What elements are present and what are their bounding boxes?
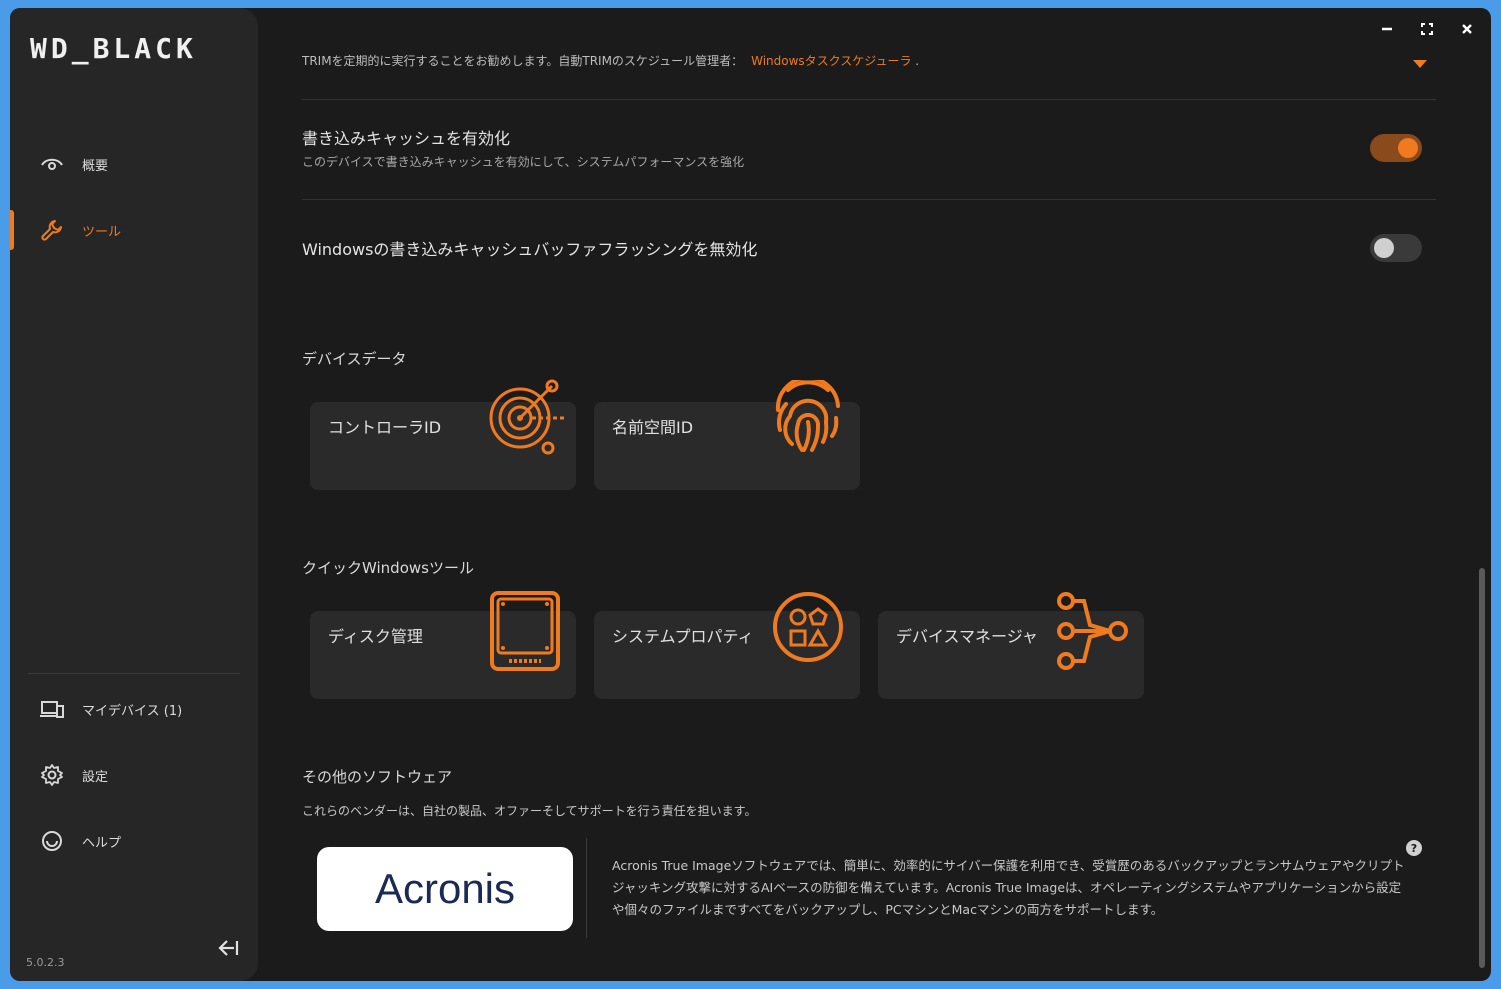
acronis-logo-button[interactable]: Acronis [317, 847, 573, 931]
buffer-flush-title: Windowsの書き込みキャッシュバッファフラッシングを無効化 [302, 240, 758, 259]
sidebar-item-label: 設定 [82, 769, 109, 785]
acronis-logo: Acronis [374, 865, 516, 912]
collapse-arrow-icon [217, 939, 239, 961]
devices-icon [40, 697, 64, 721]
acronis-description: Acronis True Imageソフトウェアでは、簡単に、効率的にサイバー保… [612, 858, 1405, 917]
trim-recommendation: TRIMを定期的に実行することをお勧めします。自動TRIMのスケジュール管理者：… [302, 54, 920, 68]
divider [302, 199, 1436, 200]
buffer-flush-toggle[interactable] [1370, 234, 1422, 262]
card-label: ディスク管理 [328, 627, 423, 646]
device-tree-icon [1054, 590, 1130, 676]
eye-icon [40, 152, 64, 176]
shapes-icon [772, 591, 844, 667]
toggle-knob [1374, 238, 1394, 258]
sidebar-item-settings[interactable]: 設定 [10, 755, 258, 795]
help-face-icon [40, 829, 64, 853]
sidebar: WD_BLACK 概要 ツール マイデバイス (1) 設定 ヘルプ 5.0.2.… [10, 8, 258, 981]
sidebar-item-label: 概要 [82, 158, 109, 174]
question-icon[interactable]: ? [1406, 840, 1422, 856]
quick-tools-heading: クイックWindowsツール [302, 559, 474, 577]
app-version: 5.0.2.3 [26, 956, 65, 969]
device-data-heading: デバイスデータ [302, 350, 407, 368]
disk-drive-icon [489, 590, 561, 676]
gear-icon [40, 763, 64, 787]
sidebar-item-tools[interactable]: ツール [10, 210, 258, 250]
other-software-heading: その他のソフトウェア [302, 768, 453, 786]
card-label: システムプロパティ [612, 627, 754, 646]
target-network-icon [486, 378, 566, 460]
wrench-icon [40, 218, 64, 242]
sidebar-item-label: マイデバイス (1) [82, 703, 183, 719]
toggle-knob [1398, 138, 1418, 158]
chevron-down-icon [1412, 54, 1428, 73]
fingerprint-icon [770, 375, 846, 460]
other-software-desc: これらのベンダーは、自社の製品、オファーそしてサポートを行う責任を担います。 [302, 804, 757, 818]
sidebar-item-help[interactable]: ヘルプ [10, 821, 258, 861]
collapse-chevron-button[interactable] [1412, 54, 1428, 73]
scrollbar-thumb[interactable] [1479, 568, 1485, 968]
main-content: TRIMを定期的に実行することをお勧めします。自動TRIMのスケジュール管理者：… [258, 8, 1491, 981]
app-logo: WD_BLACK [30, 32, 197, 65]
sidebar-item-label: ヘルプ [82, 835, 122, 851]
write-cache-title: 書き込みキャッシュを有効化 [302, 129, 511, 148]
sidebar-divider [28, 673, 240, 674]
sidebar-item-label: ツール [82, 224, 122, 240]
task-scheduler-link[interactable]: Windowsタスクスケジューラ [751, 54, 911, 68]
collapse-sidebar-button[interactable] [214, 938, 242, 962]
sidebar-item-overview[interactable]: 概要 [10, 144, 258, 184]
vertical-divider [586, 838, 587, 938]
sidebar-item-my-devices[interactable]: マイデバイス (1) [10, 689, 258, 729]
divider [302, 99, 1436, 100]
card-label: コントローラID [328, 418, 442, 437]
write-cache-desc: このデバイスで書き込みキャッシュを有効にして、システムパフォーマンスを強化 [302, 155, 745, 169]
write-cache-toggle[interactable] [1370, 134, 1422, 162]
card-label: デバイスマネージャ [896, 627, 1038, 646]
app-window: WD_BLACK 概要 ツール マイデバイス (1) 設定 ヘルプ 5.0.2.… [10, 8, 1491, 981]
card-label: 名前空間ID [612, 418, 694, 437]
